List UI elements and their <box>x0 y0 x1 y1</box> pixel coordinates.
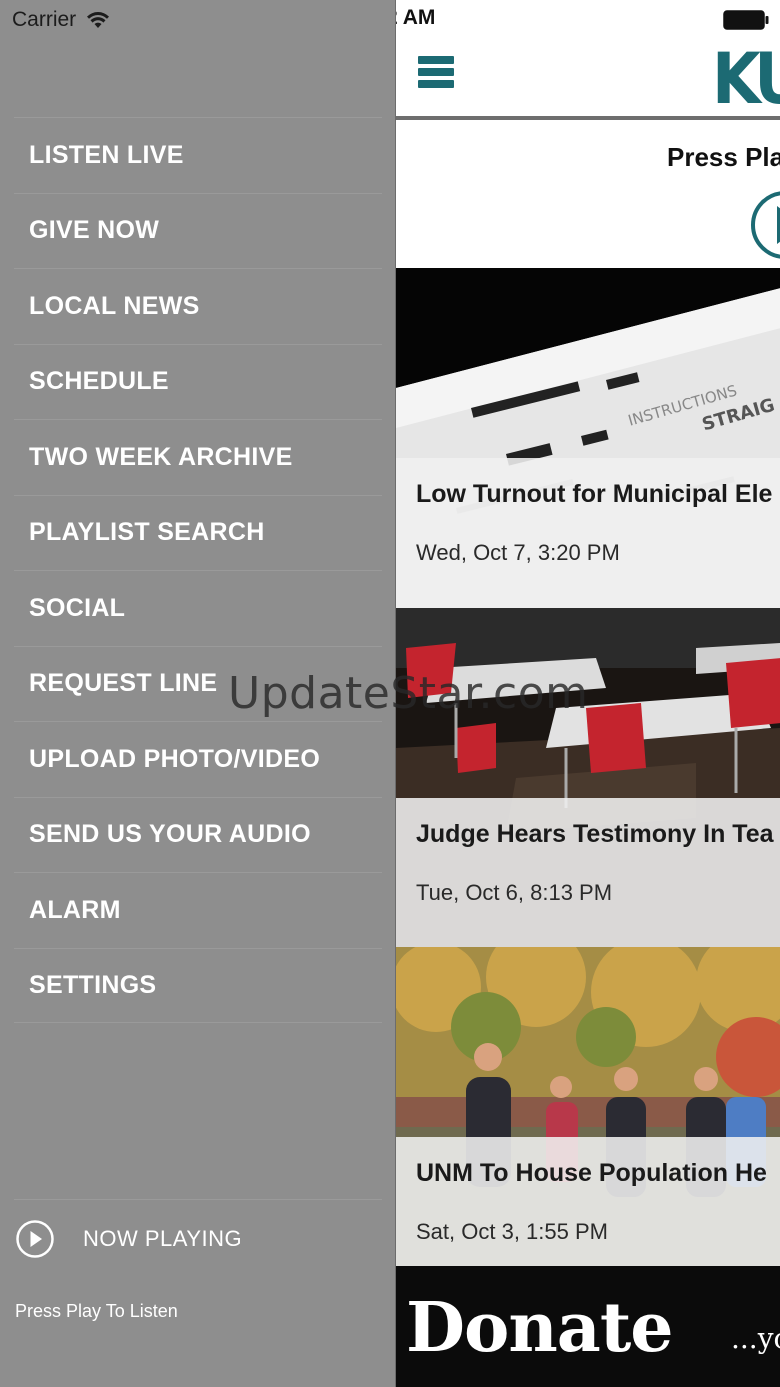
menu-item-social[interactable]: SOCIAL <box>14 570 382 646</box>
menu-item-upload-photo-video[interactable]: UPLOAD PHOTO/VIDEO <box>14 721 382 797</box>
menu-item-send-us-your-audio[interactable]: SEND US YOUR AUDIO <box>14 796 382 873</box>
drawer-menu-list: LISTEN LIVE GIVE NOW LOCAL NEWS SCHEDULE… <box>0 117 395 1023</box>
menu-item-label: SCHEDULE <box>29 367 169 396</box>
menu-item-schedule[interactable]: SCHEDULE <box>14 343 382 420</box>
donate-banner[interactable]: Donate ...yo <box>396 1266 780 1387</box>
menu-item-label: UPLOAD PHOTO/VIDEO <box>29 744 321 773</box>
donate-banner-title: Donate <box>406 1288 673 1368</box>
station-logo: KU <box>712 38 780 120</box>
menu-item-settings[interactable]: SETTINGS <box>14 947 382 1023</box>
menu-item-give-now[interactable]: GIVE NOW <box>14 192 382 269</box>
story-date: Tue, Oct 6, 8:13 PM <box>416 880 613 905</box>
story-card[interactable]: UNM To House Population He Sat, Oct 3, 1… <box>396 947 780 1287</box>
donate-banner-tagline: ...yo <box>731 1322 780 1355</box>
menu-item-local-news[interactable]: LOCAL NEWS <box>14 268 382 344</box>
carrier-label: Carrier <box>12 8 77 31</box>
player-title: Press Play <box>667 142 780 172</box>
watermark: UpdateStar.com <box>228 668 589 719</box>
menu-item-label: ALARM <box>29 895 121 924</box>
menu-item-label: SOCIAL <box>29 593 126 622</box>
now-playing-row[interactable]: NOW PLAYING <box>14 1199 382 1277</box>
story-headline: Low Turnout for Municipal Ele <box>416 480 773 508</box>
app-header: 10:12 AM KU <box>396 0 780 120</box>
story-card[interactable]: Judge Hears Testimony In Tea Tue, Oct 6,… <box>396 608 780 948</box>
status-bar-left: Carrier <box>12 6 110 34</box>
menu-item-label: PLAYLIST SEARCH <box>29 518 265 547</box>
menu-item-label: SEND US YOUR AUDIO <box>29 820 311 849</box>
menu-item-playlist-search[interactable]: PLAYLIST SEARCH <box>14 494 382 571</box>
story-caption: Judge Hears Testimony In Tea Tue, Oct 6,… <box>396 798 780 948</box>
menu-item-alarm[interactable]: ALARM <box>14 872 382 948</box>
player-card: Press Play <box>396 124 780 268</box>
story-card[interactable]: INSTRUCTIONS STRAIG Low Turnout for Muni… <box>396 268 780 608</box>
story-date: Sat, Oct 3, 1:55 PM <box>416 1219 608 1244</box>
status-time: 10:12 AM <box>396 6 436 29</box>
battery-icon <box>723 10 769 30</box>
story-headline: UNM To House Population He <box>416 1159 767 1187</box>
press-play-to-listen-text: Press Play To Listen <box>15 1301 178 1321</box>
menu-item-label: GIVE NOW <box>29 216 160 245</box>
now-playing-label: NOW PLAYING <box>83 1225 243 1251</box>
play-circle-icon[interactable] <box>15 1219 55 1259</box>
menu-item-listen-live[interactable]: LISTEN LIVE <box>14 117 382 193</box>
story-caption: Low Turnout for Municipal Ele Wed, Oct 7… <box>396 458 780 608</box>
story-date: Wed, Oct 7, 3:20 PM <box>416 540 620 565</box>
play-icon[interactable] <box>749 190 780 260</box>
hamburger-menu-icon[interactable] <box>418 56 454 92</box>
story-caption: UNM To House Population He Sat, Oct 3, 1… <box>396 1137 780 1287</box>
menu-item-label: SETTINGS <box>29 970 157 999</box>
story-headline: Judge Hears Testimony In Tea <box>416 820 774 848</box>
menu-item-two-week-archive[interactable]: TWO WEEK ARCHIVE <box>14 419 382 495</box>
wifi-icon <box>87 12 110 28</box>
menu-item-label: REQUEST LINE <box>29 669 218 698</box>
menu-item-label: TWO WEEK ARCHIVE <box>29 442 293 471</box>
menu-item-label: LOCAL NEWS <box>29 291 200 320</box>
menu-item-label: LISTEN LIVE <box>29 140 184 169</box>
